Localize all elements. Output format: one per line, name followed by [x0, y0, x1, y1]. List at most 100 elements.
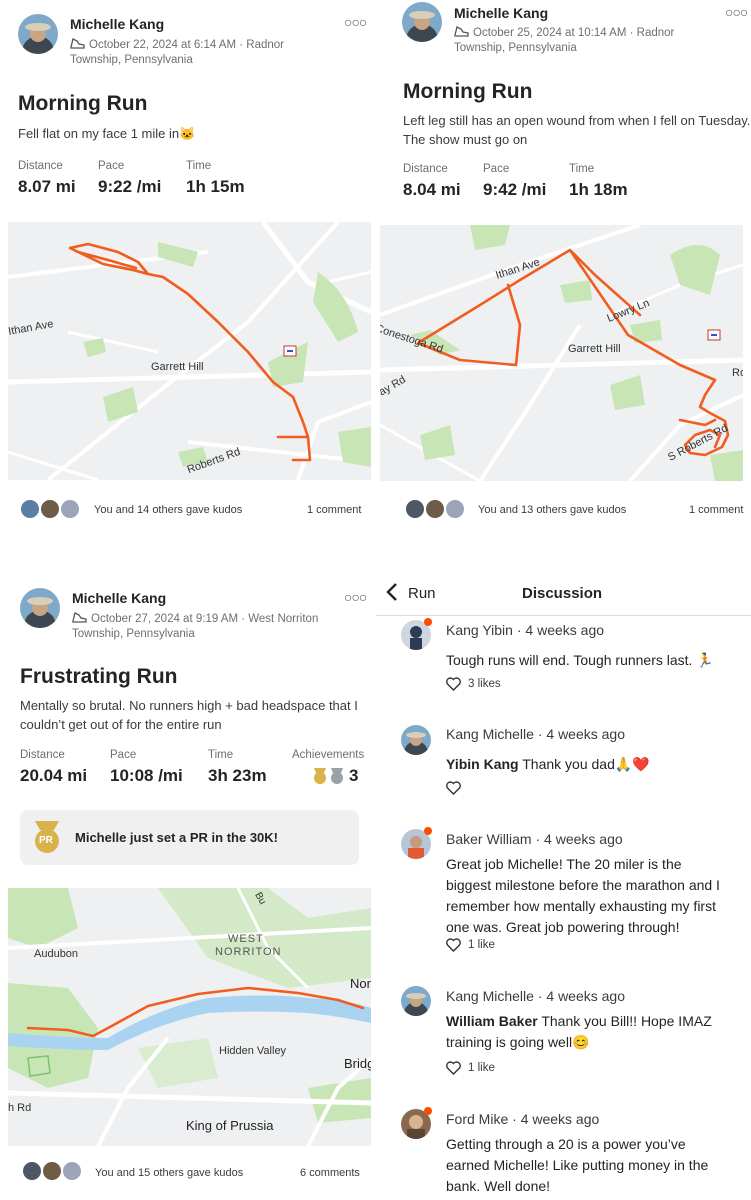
route-map[interactable]: Ithan Ave Garrett Hill Roberts Rd: [8, 222, 371, 480]
discussion-panel: Run Discussion Kang Yibin · 4 weeks ago …: [376, 570, 751, 1200]
like-count[interactable]: 3 likes: [468, 678, 501, 690]
stat-label-distance: Distance: [18, 160, 63, 172]
map-label-town4: Bridg: [344, 1056, 371, 1071]
comment-author-name[interactable]: Kang Michelle: [446, 988, 534, 1004]
map-label-area1: WEST: [228, 933, 264, 945]
comment-author-name[interactable]: Ford Mike: [446, 1111, 508, 1127]
back-button[interactable]: Run: [408, 585, 436, 602]
kudos-text[interactable]: You and 15 others gave kudos: [95, 1167, 243, 1179]
description-line: The show must go on: [403, 132, 528, 147]
activity-title[interactable]: Morning Run: [403, 80, 532, 104]
athlete-name[interactable]: Michelle Kang: [454, 5, 548, 21]
map-label-area2: NORRITON: [215, 946, 282, 958]
avatar[interactable]: [402, 2, 442, 42]
activity-meta: October 25, 2024 at 10:14 AM · Radnor To…: [454, 25, 674, 56]
description-line: couldn’t get out of for the entire run: [20, 717, 222, 732]
mention-link[interactable]: William Baker: [446, 1013, 538, 1029]
map-label-road: h Rd: [8, 1102, 32, 1114]
more-icon[interactable]: ○○○: [344, 589, 367, 605]
avatar[interactable]: [404, 498, 426, 520]
page-title: Discussion: [522, 585, 603, 602]
route-map[interactable]: WEST NORRITON Audubon Hidden Valley King…: [8, 888, 371, 1146]
avatar[interactable]: [19, 498, 41, 520]
mention-link[interactable]: Yibin Kang: [446, 756, 519, 772]
subscriber-badge: [424, 1107, 432, 1115]
kudos-text[interactable]: You and 13 others gave kudos: [478, 504, 626, 516]
pr-banner[interactable]: PR Michelle just set a PR in the 30K!: [20, 810, 359, 865]
more-icon[interactable]: ○○○: [344, 14, 367, 30]
avatar[interactable]: [18, 14, 58, 54]
athlete-name[interactable]: Michelle Kang: [70, 16, 164, 32]
comment-text: Thank you dad🙏❤️: [518, 756, 650, 772]
map-label-town1: Audubon: [34, 948, 79, 960]
like-count[interactable]: 1 like: [468, 1062, 495, 1074]
medal-icon: [313, 767, 347, 790]
comment-author-name[interactable]: Kang Michelle: [446, 726, 534, 742]
stat-label-achievements: Achievements: [292, 749, 365, 761]
comment-line: Getting through a 20 is a power you’ve: [446, 1136, 686, 1152]
stat-label-pace: Pace: [98, 160, 125, 172]
comment-text: Thank you Bill!! Hope IMAZ: [537, 1013, 712, 1029]
comment-count[interactable]: 6 comments: [300, 1167, 360, 1179]
stat-label-pace: Pace: [483, 163, 510, 175]
chevron-left-icon[interactable]: [386, 582, 398, 607]
more-icon[interactable]: ○○○: [725, 4, 748, 20]
comment-line: remember how mentally exhausting my firs…: [446, 898, 716, 914]
avatar[interactable]: [401, 725, 431, 755]
activity-card-2: Michelle Kang October 25, 2024 at 10:14 …: [376, 0, 751, 560]
comment-line: training is going well😊: [446, 1034, 590, 1050]
avatar[interactable]: [61, 1160, 83, 1182]
activity-description: Fell flat on my face 1 mile in🐱: [18, 126, 196, 141]
stat-label-time: Time: [186, 160, 212, 172]
discussion-header: Run Discussion: [376, 570, 751, 616]
comment-body: Getting through a 20 is a power you’ve e…: [446, 1134, 708, 1197]
comment-author[interactable]: Baker William · 4 weeks ago: [446, 831, 623, 847]
subscriber-badge: [424, 618, 432, 626]
route-map[interactable]: Ithan Ave Lowry Ln Conestoga Rd ay Rd Ga…: [380, 225, 743, 481]
activity-meta: October 22, 2024 at 6:14 AM · Radnor Tow…: [70, 37, 284, 68]
activity-date: October 27, 2024 at 9:19 AM · West Norri…: [91, 613, 319, 625]
activity-date: October 22, 2024 at 6:14 AM · Radnor: [89, 39, 284, 51]
comment-line: bank. Well done!: [446, 1178, 551, 1194]
comment-time: 4 weeks ago: [544, 831, 623, 847]
heart-icon[interactable]: [446, 677, 461, 691]
avatar[interactable]: [39, 498, 61, 520]
comment-time: 4 weeks ago: [546, 988, 625, 1004]
activity-title[interactable]: Morning Run: [18, 92, 147, 116]
shoe-icon: [72, 611, 87, 623]
heart-icon[interactable]: [446, 938, 461, 952]
comment-author[interactable]: Kang Yibin · 4 weeks ago: [446, 622, 604, 638]
stat-value-time: 1h 15m: [186, 177, 245, 196]
kudos-text[interactable]: You and 14 others gave kudos: [94, 504, 242, 516]
comment-author-name[interactable]: Baker William: [446, 831, 532, 847]
map-label-place: Hidden Valley: [219, 1045, 287, 1057]
comment-count[interactable]: 1 comment: [307, 504, 361, 516]
athlete-name[interactable]: Michelle Kang: [72, 590, 166, 606]
activity-description: Mentally so brutal. No runners high + ba…: [20, 696, 358, 734]
stat-value-time: 1h 18m: [569, 180, 628, 199]
avatar[interactable]: [401, 986, 431, 1016]
avatar[interactable]: [41, 1160, 63, 1182]
avatar[interactable]: [20, 588, 60, 628]
heart-icon[interactable]: [446, 781, 461, 795]
avatar[interactable]: [424, 498, 446, 520]
stat-label-distance: Distance: [20, 749, 65, 761]
stat-value-distance: 20.04 mi: [20, 766, 88, 785]
activity-location: Township, Pennsylvania: [454, 42, 577, 54]
heart-icon[interactable]: [446, 1061, 461, 1075]
comment-time: 4 weeks ago: [546, 726, 625, 742]
activity-description: Left leg still has an open wound from wh…: [403, 111, 750, 149]
avatar[interactable]: [21, 1160, 43, 1182]
comment-count[interactable]: 1 comment: [689, 504, 743, 516]
comment-line: Great job Michelle! The 20 miler is the: [446, 856, 682, 872]
comment-author-name[interactable]: Kang Yibin: [446, 622, 513, 638]
like-count[interactable]: 1 like: [468, 939, 495, 951]
comment-author[interactable]: Kang Michelle · 4 weeks ago: [446, 988, 625, 1004]
comment-author[interactable]: Kang Michelle · 4 weeks ago: [446, 726, 625, 742]
avatar[interactable]: [444, 498, 466, 520]
map-label-road6: Ro: [732, 367, 743, 379]
activity-title[interactable]: Frustrating Run: [20, 665, 178, 689]
comment-author[interactable]: Ford Mike · 4 weeks ago: [446, 1111, 599, 1127]
comment-body: William Baker Thank you Bill!! Hope IMAZ…: [446, 1011, 712, 1053]
avatar[interactable]: [59, 498, 81, 520]
